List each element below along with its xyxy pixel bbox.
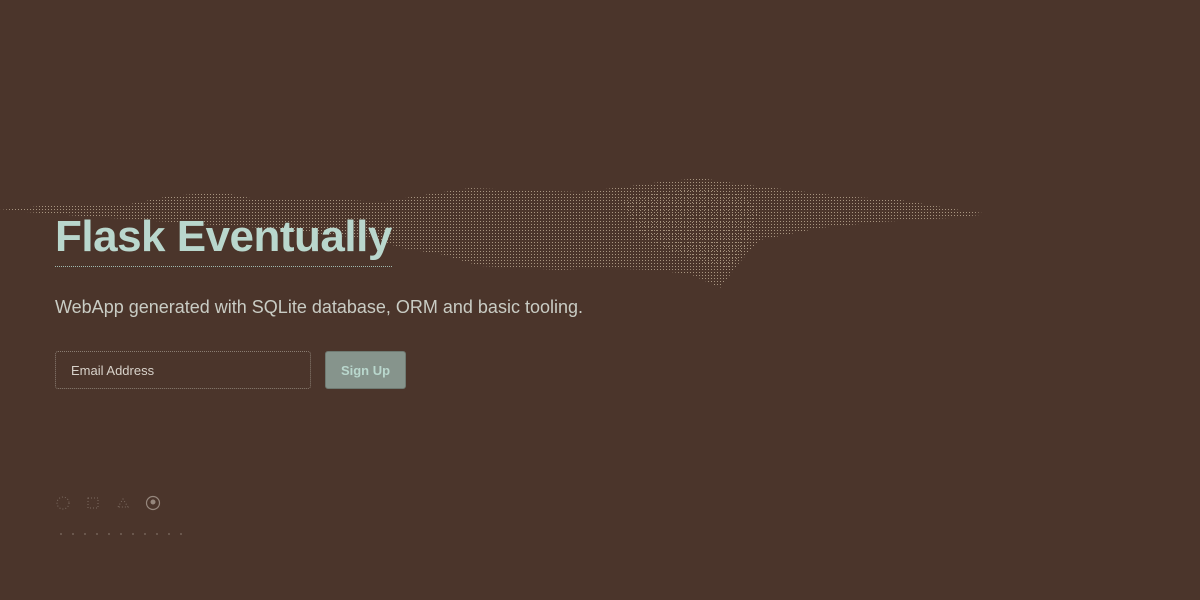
landing-page: Flask Eventually WebApp generated with S… [0, 0, 1200, 600]
page-title: Flask Eventually [55, 212, 392, 267]
signup-button[interactable]: Sign Up [325, 351, 406, 389]
github-icon[interactable] [145, 495, 161, 511]
hero-section: Flask Eventually WebApp generated with S… [55, 212, 583, 389]
social-icon[interactable] [115, 495, 131, 511]
footer-divider [55, 533, 185, 535]
page-subtitle: WebApp generated with SQLite database, O… [55, 297, 583, 317]
social-icon[interactable] [85, 495, 101, 511]
signup-form: Sign Up [55, 351, 583, 389]
social-icon[interactable] [55, 495, 71, 511]
email-field[interactable] [55, 351, 311, 389]
footer-social-links [55, 495, 161, 511]
